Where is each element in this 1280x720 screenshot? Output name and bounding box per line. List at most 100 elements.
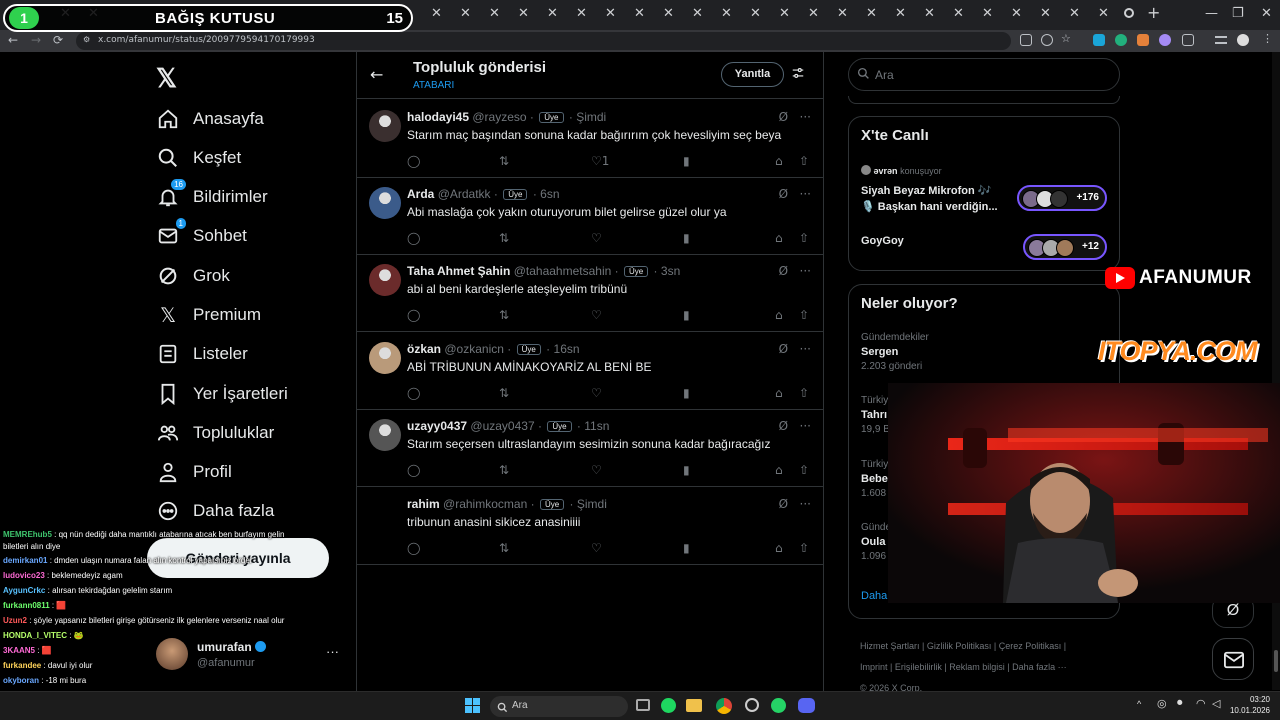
share-icon[interactable]: ⇧ [799,231,809,245]
avatar[interactable] [369,419,401,451]
repost-icon[interactable]: ⇅ [499,308,509,322]
avatar[interactable] [369,497,401,529]
live2-title[interactable]: GoyGoy [861,235,904,247]
tab-close-icon[interactable]: ✕ [866,6,877,21]
share-icon[interactable]: ⇧ [799,308,809,322]
grok-icon[interactable]: Ø [779,342,788,356]
like-icon[interactable]: ♡ [591,231,602,245]
post-time[interactable]: 11sn [584,419,609,433]
extensions-puzzle-icon[interactable] [1182,34,1194,46]
repost-icon[interactable]: ⇅ [499,231,509,245]
chrome-icon[interactable] [716,698,732,714]
grok-icon[interactable]: Ø [779,110,788,124]
nav-messages[interactable]: 1 Sohbet [156,218,247,250]
bookmark-icon[interactable]: ⌂ [775,386,783,400]
reload-icon[interactable]: ⟳ [53,33,63,47]
trend-item[interactable]: Gündemdekiler Sergen 2.203 gönderi [861,332,929,372]
nav-more[interactable]: Daha fazla [156,497,274,525]
browser-menu-icon[interactable]: ⋮ [1262,32,1274,45]
profile-avatar-icon[interactable] [1237,34,1249,46]
task-view-icon[interactable] [636,699,650,711]
forward-icon[interactable]: → [31,33,41,47]
more-icon[interactable]: ··· [800,497,811,511]
tab-close-icon[interactable]: ✕ [895,6,906,21]
reply-post[interactable]: Taha Ahmet Şahin @tahaahmetsahin · Üye ·… [357,255,823,332]
tab-favicon-icon[interactable] [1124,8,1134,18]
taskbar-clock[interactable]: 03:20 10.01.2026 [1226,695,1270,715]
repost-icon[interactable]: ⇅ [499,463,509,477]
more-icon[interactable]: ··· [800,342,811,356]
author-handle[interactable]: @ozkanicn [444,342,504,356]
live-space-title[interactable]: Siyah Beyaz Mikrofon 🎶 [861,184,1011,197]
community-link[interactable]: ATABARI [413,80,454,91]
tab-close-icon[interactable]: ✕ [1040,6,1051,21]
grok-icon[interactable]: Ø [779,187,788,201]
obs-icon[interactable] [745,698,759,712]
nav-bookmarks[interactable]: Yer İşaretleri [156,380,288,408]
more-icon[interactable]: ··· [800,419,811,433]
account-more-icon[interactable]: ··· [326,644,339,659]
repost-icon[interactable]: ⇅ [499,386,509,400]
share-icon[interactable]: ⇧ [799,386,809,400]
live-space-subtitle[interactable]: 🎙️ Başkan hani verdiğin... [861,200,1009,213]
trend-item[interactable]: Türkiy Tahrı 19,9 B [861,395,890,435]
avatar[interactable] [369,264,401,296]
post-time[interactable]: 3sn [661,264,680,278]
author-name[interactable]: uzayy0437 [407,419,467,433]
author-handle[interactable]: @rayzeso [472,110,526,124]
tab-close-icon[interactable]: ✕ [808,6,819,21]
post-time[interactable]: 6sn [540,187,559,201]
reply-post[interactable]: özkan @ozkanicn · Üye · 16sn Ø ··· ABİ TRİ… [357,333,823,410]
share-icon[interactable]: ⇧ [799,154,809,168]
bookmark-icon[interactable]: ⌂ [775,308,783,322]
nav-lists[interactable]: Listeler [156,340,248,368]
repost-icon[interactable]: ⇅ [499,154,509,168]
footer-link[interactable]: Daha fazla ··· [1012,662,1067,672]
back-icon[interactable]: ← [8,33,18,47]
tab-close-icon[interactable]: ✕ [518,6,529,21]
tab-close-icon[interactable]: ✕ [1098,6,1109,21]
author-handle[interactable]: @tahaahmetsahin [514,264,612,278]
footer-link[interactable]: Erişilebilirlik [895,662,942,672]
spotify-icon[interactable] [661,698,676,713]
author-name[interactable]: Arda [407,187,434,201]
footer-link[interactable]: Reklam bilgisi [949,662,1005,672]
grok-icon[interactable]: Ø [779,419,788,433]
tab-close-icon[interactable]: ✕ [605,6,616,21]
microphone-icon[interactable]: ⏺ [1177,697,1183,710]
media-control-icon[interactable] [1215,36,1227,44]
scrollbar-thumb[interactable] [1274,650,1278,672]
tab-close-icon[interactable]: ✕ [779,6,790,21]
tab-close-icon[interactable]: ✕ [953,6,964,21]
extension-icon[interactable] [1137,34,1149,46]
tab-close-icon[interactable]: ✕ [750,6,761,21]
trend-item[interactable]: Türkiy Bebe 1.608 [861,459,888,499]
tab-close-icon[interactable]: ✕ [431,6,442,21]
bookmark-icon[interactable]: ⌂ [775,154,783,168]
reply-icon[interactable]: ◯ [407,386,420,400]
tab-close-icon[interactable]: ✕ [634,6,645,21]
tab-close-icon[interactable]: ✕ [489,6,500,21]
post-time[interactable]: 16sn [554,342,580,356]
search-input[interactable]: Ara [848,58,1120,91]
whatsapp-icon[interactable] [771,698,786,713]
nav-grok[interactable]: Grok [156,262,230,290]
tab-close-icon[interactable]: ✕ [721,6,732,21]
footer-link[interactable]: Gizlilik Politikası [927,641,992,651]
tab-close-icon[interactable]: ✕ [663,6,674,21]
bookmark-icon[interactable]: ⌂ [775,463,783,477]
repost-icon[interactable]: ⇅ [499,541,509,555]
reply-icon[interactable]: ◯ [407,541,420,555]
author-name[interactable]: rahim [407,497,440,511]
show-more-link[interactable]: Daha [861,590,887,602]
volume-icon[interactable]: ◁ [1212,697,1220,710]
sort-icon[interactable] [791,66,805,85]
x-logo-icon[interactable]: 𝕏 [156,63,177,94]
more-icon[interactable]: ··· [800,110,811,124]
tray-overflow-icon[interactable]: ^ [1137,699,1141,709]
tab-close-icon[interactable]: ✕ [837,6,848,21]
author-handle[interactable]: @rahimkocman [443,497,527,511]
grok-icon[interactable]: Ø [779,497,788,511]
reply-post[interactable]: halodayi45 @rayzeso · Üye · Şimdi Ø ··· St… [357,101,823,178]
nav-explore[interactable]: Keşfet [156,144,241,172]
